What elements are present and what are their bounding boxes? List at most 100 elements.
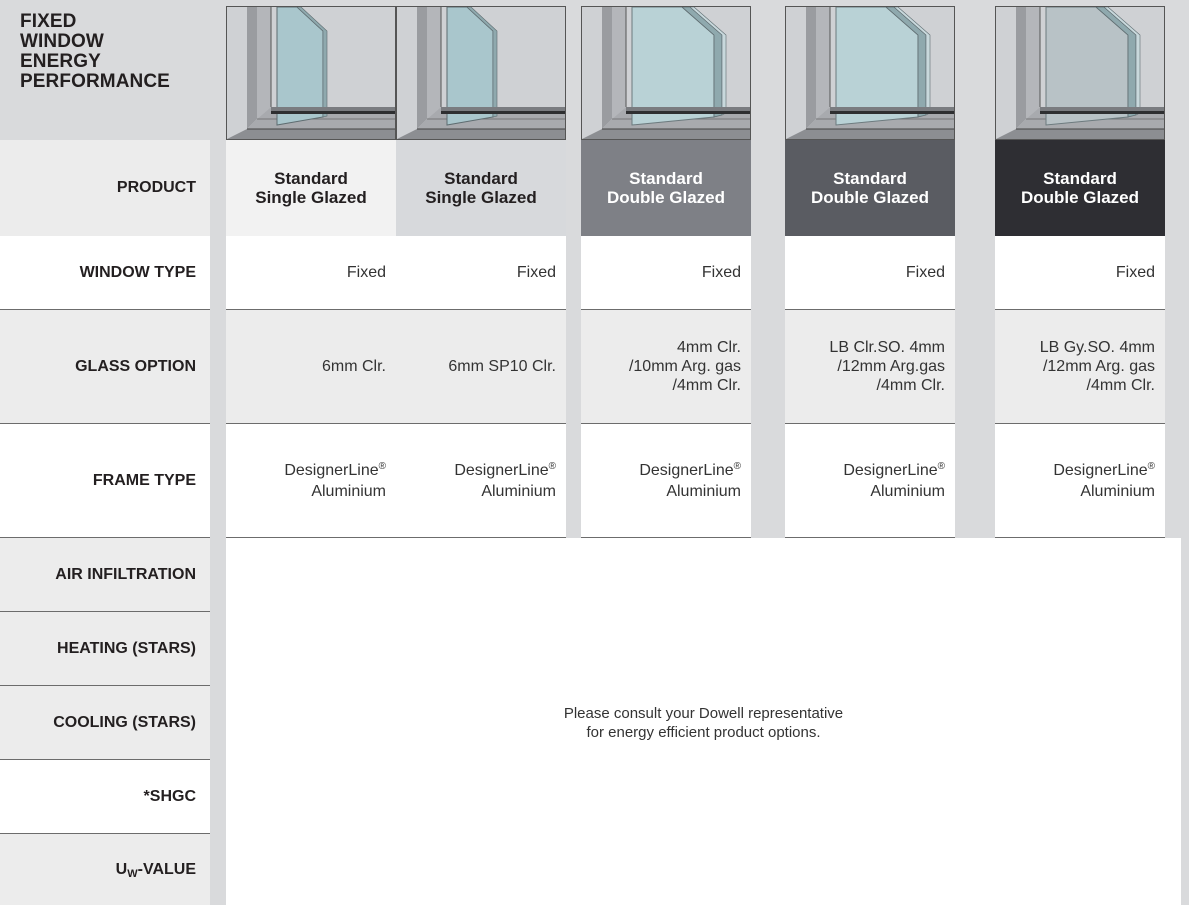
- glass-option-cell: 6mm Clr.: [226, 310, 396, 424]
- row-label-air-infiltration: AIR INFILTRATION: [0, 538, 210, 612]
- product-name-line: Standard: [833, 169, 907, 188]
- glass-option-line: /4mm Clr.: [672, 377, 741, 394]
- frame-type-line: DesignerLine®: [639, 461, 741, 482]
- frame-type-name: DesignerLine: [1053, 461, 1148, 479]
- product-name: Standard Single Glazed: [226, 140, 396, 236]
- frame-type-cell: DesignerLine® Aluminium: [226, 424, 396, 538]
- frame-type-name: DesignerLine: [639, 461, 734, 479]
- glass-option-line: /10mm Arg. gas: [628, 358, 741, 375]
- uw-prefix: U: [115, 860, 128, 878]
- window-type-value: Fixed: [1115, 264, 1155, 281]
- glass-option-line: /4mm Clr.: [1086, 377, 1155, 394]
- window-image: [785, 6, 955, 140]
- product-name: Standard Double Glazed: [581, 140, 751, 236]
- registered-mark: ®: [733, 460, 741, 472]
- product-name: Standard Double Glazed: [785, 140, 955, 236]
- glass-option-line: LB Gy.SO. 4mm: [1039, 339, 1155, 356]
- window-type-cell: Fixed: [226, 236, 396, 310]
- row-label-shgc: *SHGC: [0, 760, 210, 834]
- frame-type-name: DesignerLine: [843, 461, 938, 479]
- frame-type-name: DesignerLine: [454, 461, 549, 479]
- row-label-text: HEATING (STARS): [57, 639, 196, 657]
- glass-option-cell: LB Gy.SO. 4mm/12mm Arg. gas/4mm Clr.: [995, 310, 1165, 424]
- product-name-line: Standard: [629, 169, 703, 188]
- row-label-cooling: COOLING (STARS): [0, 686, 210, 760]
- window-frame-image: [786, 7, 954, 139]
- row-label-text: GLASS OPTION: [75, 357, 196, 375]
- row-label-window-type: WINDOW TYPE: [0, 236, 210, 310]
- product-name-line: Single Glazed: [255, 188, 367, 207]
- row-label-text: UW-VALUE: [115, 860, 196, 880]
- glass-option-cell: LB Clr.SO. 4mm/12mm Arg.gas/4mm Clr.: [785, 310, 955, 424]
- frame-type-line: DesignerLine®: [454, 461, 556, 482]
- row-label-text: AIR INFILTRATION: [55, 565, 196, 583]
- window-type-cell: Fixed: [995, 236, 1165, 310]
- glass-option-line: /12mm Arg.gas: [837, 358, 945, 375]
- product-column: Standard Double Glazed Fixed LB Clr.SO. 4mm…: [785, 0, 955, 538]
- window-type-value: Fixed: [516, 264, 556, 281]
- uw-suffix: -VALUE: [137, 860, 196, 878]
- product-name-line: Double Glazed: [1020, 188, 1140, 207]
- frame-type-line: DesignerLine®: [1053, 461, 1155, 482]
- window-image: [226, 6, 396, 140]
- frame-type-material: Aluminium: [481, 482, 556, 500]
- row-label-text: COOLING (STARS): [53, 713, 196, 731]
- registered-mark: ®: [937, 460, 945, 472]
- window-type-value: Fixed: [905, 264, 945, 281]
- product-column: Standard Single Glazed Fixed 6mm SP10 Clr. D…: [396, 0, 566, 538]
- product-name-line: Double Glazed: [606, 188, 726, 207]
- window-image: [581, 6, 751, 140]
- product-name-line: Single Glazed: [425, 188, 537, 207]
- frame-type-material: Aluminium: [311, 482, 386, 500]
- consult-note: Please consult your Dowell representativ…: [226, 704, 1181, 742]
- product-name: Standard Double Glazed: [995, 140, 1165, 236]
- uw-subscript: W: [127, 867, 138, 880]
- registered-mark: ®: [378, 460, 386, 472]
- glass-option-line: /12mm Arg. gas: [1042, 358, 1155, 375]
- frame-type-material: Aluminium: [1080, 482, 1155, 500]
- consult-note-panel: Please consult your Dowell representativ…: [226, 538, 1181, 905]
- product-name-line: Standard: [274, 169, 348, 188]
- title-line: ENERGY: [20, 51, 101, 72]
- frame-type-line: DesignerLine®: [843, 461, 945, 482]
- frame-type-name: DesignerLine: [284, 461, 379, 479]
- consult-note-line: Please consult your Dowell representativ…: [563, 705, 844, 722]
- product-name-line: Standard: [444, 169, 518, 188]
- registered-mark: ®: [548, 460, 556, 472]
- label-column: FIXED WINDOW ENERGY PERFORMANCE PRODUCT …: [0, 0, 210, 905]
- glass-option-line: LB Clr.SO. 4mm: [829, 339, 945, 356]
- glass-option-line: /4mm Clr.: [876, 377, 945, 394]
- title-line: PERFORMANCE: [20, 71, 170, 92]
- frame-type-material: Aluminium: [870, 482, 945, 500]
- glass-option-line: 4mm Clr.: [677, 339, 741, 356]
- window-type-value: Fixed: [346, 264, 386, 281]
- title-line: WINDOW: [20, 31, 104, 52]
- registered-mark: ®: [1147, 460, 1155, 472]
- row-label-text: WINDOW TYPE: [79, 263, 196, 281]
- product-column: Standard Double Glazed Fixed LB Gy.SO. 4mm /…: [995, 0, 1165, 538]
- product-column: Standard Double Glazed Fixed 4mm Clr. /10mm …: [581, 0, 751, 538]
- window-frame-image: [996, 7, 1164, 139]
- title-line: FIXED: [20, 11, 77, 32]
- row-label-uw-value: UW-VALUE: [0, 834, 210, 905]
- row-label-heating: HEATING (STARS): [0, 612, 210, 686]
- row-label-glass-option: GLASS OPTION: [0, 310, 210, 424]
- frame-type-cell: DesignerLine® Aluminium: [581, 424, 751, 538]
- consult-note-line: for energy efficient product options.: [586, 724, 821, 741]
- product-column: Standard Single Glazed Fixed 6mm Clr. Design…: [226, 0, 396, 538]
- glass-option-cell: 4mm Clr. /10mm Arg. gas/4mm Clr.: [581, 310, 751, 424]
- window-type-value: Fixed: [701, 264, 741, 281]
- row-label-frame-type: FRAME TYPE: [0, 424, 210, 538]
- row-label-text: *SHGC: [143, 787, 196, 805]
- page-title: FIXED WINDOW ENERGY PERFORMANCE: [20, 12, 170, 92]
- row-label-text: PRODUCT: [116, 179, 196, 196]
- window-frame-image: [227, 7, 395, 139]
- frame-type-cell: DesignerLine® Aluminium: [396, 424, 566, 538]
- row-label-product: PRODUCT: [0, 140, 210, 236]
- product-name: Standard Single Glazed: [396, 140, 566, 236]
- frame-type-line: DesignerLine®: [284, 461, 386, 482]
- frame-type-cell: DesignerLine® Aluminium: [785, 424, 955, 538]
- frame-type-cell: DesignerLine® Aluminium: [995, 424, 1165, 538]
- window-frame-image: [397, 7, 565, 139]
- window-frame-image: [582, 7, 750, 139]
